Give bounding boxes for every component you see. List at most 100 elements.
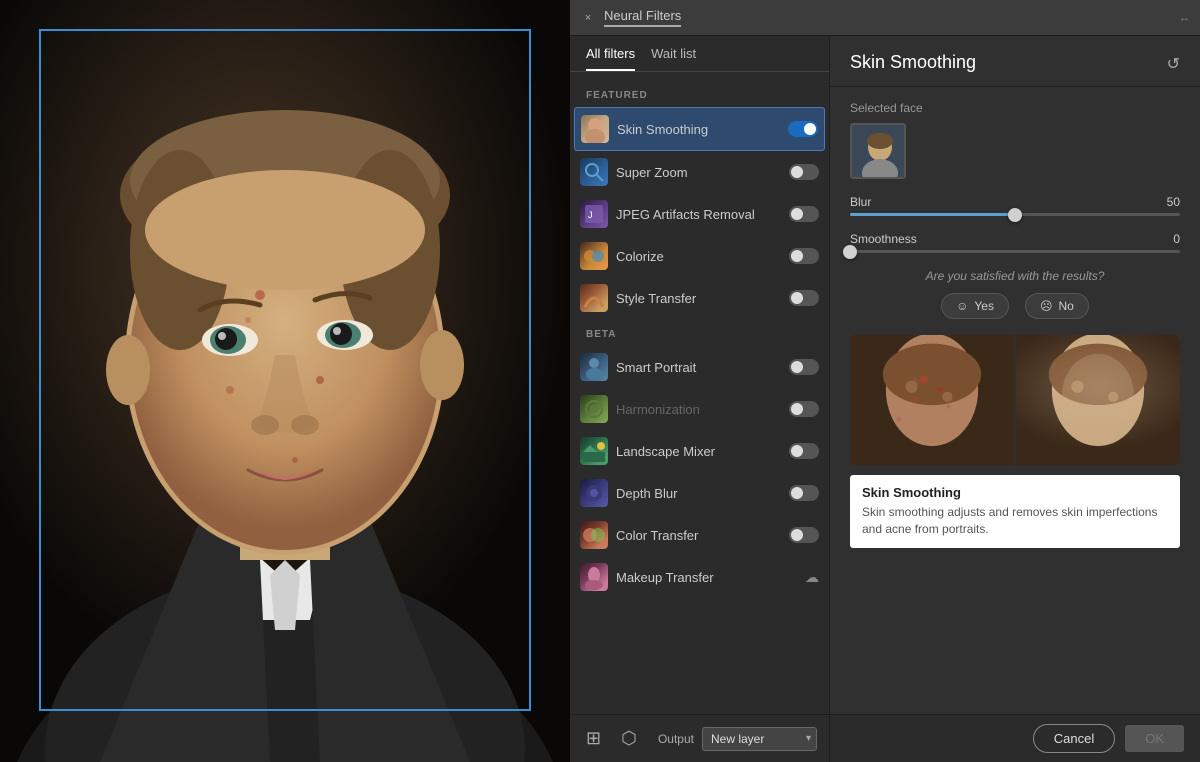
- super-zoom-icon: [580, 158, 608, 186]
- toggle-smart-portrait[interactable]: [789, 359, 819, 375]
- output-select-wrapper: Current layer New layer New document Sma…: [702, 727, 817, 751]
- panel-close-button[interactable]: ×: [580, 10, 596, 26]
- preview-before: [850, 335, 1014, 465]
- toggle-landscape-mixer[interactable]: [789, 443, 819, 459]
- detail-title: Skin Smoothing: [850, 52, 976, 73]
- face-thumb-inner: [852, 125, 904, 177]
- tab-wait-list[interactable]: Wait list: [651, 46, 696, 71]
- filter-item-color-transfer[interactable]: Color Transfer: [570, 514, 829, 556]
- filter-item-landscape-mixer[interactable]: Landscape Mixer: [570, 430, 829, 472]
- filter-item-skin-smoothing[interactable]: Skin Smoothing: [574, 107, 825, 151]
- filter-label-style-transfer: Style Transfer: [616, 291, 781, 306]
- tab-all-filters[interactable]: All filters: [586, 46, 635, 71]
- toggle-jpeg-artifacts[interactable]: [789, 206, 819, 222]
- photo-canvas: [0, 0, 570, 762]
- filter-item-jpeg-artifacts[interactable]: J JPEG Artifacts Removal: [570, 193, 829, 235]
- output-select[interactable]: Current layer New layer New document Sma…: [702, 727, 817, 751]
- satisfaction-buttons: ☺ Yes ☹ No: [941, 293, 1089, 319]
- tooltip-popup: Skin Smoothing Skin smoothing adjusts an…: [850, 475, 1180, 548]
- filter-label-depth-blur: Depth Blur: [616, 486, 781, 501]
- harmonization-icon: [580, 395, 608, 423]
- satisfaction-yes-button[interactable]: ☺ Yes: [941, 293, 1009, 319]
- no-label: No: [1059, 299, 1074, 313]
- frown-icon: ☹: [1040, 299, 1053, 313]
- smoothness-slider-row: Smoothness 0: [850, 232, 1180, 246]
- cancel-button[interactable]: Cancel: [1033, 724, 1115, 753]
- filter-item-makeup-transfer[interactable]: Makeup Transfer ☁: [570, 556, 829, 598]
- output-label: Output: [658, 732, 694, 746]
- filter-label-landscape-mixer: Landscape Mixer: [616, 444, 781, 459]
- yes-label: Yes: [974, 299, 994, 313]
- preview-after: [1016, 335, 1180, 465]
- action-bar: Cancel OK: [830, 714, 1200, 762]
- smart-portrait-icon: [580, 353, 608, 381]
- filter-item-depth-blur[interactable]: Depth Blur: [570, 472, 829, 514]
- filter-label-color-transfer: Color Transfer: [616, 528, 781, 543]
- colorize-icon: [580, 242, 608, 270]
- detail-reset-button[interactable]: ↺: [1167, 54, 1180, 74]
- smile-icon: ☺: [956, 299, 968, 313]
- blur-value: 50: [1167, 195, 1180, 209]
- toggle-skin-smoothing[interactable]: [788, 121, 818, 137]
- tooltip-description: Skin smoothing adjusts and removes skin …: [862, 504, 1168, 538]
- face-thumbnail[interactable]: [850, 123, 906, 179]
- detail-pane: Skin Smoothing ↺ Selected face: [830, 36, 1200, 762]
- filter-label-colorize: Colorize: [616, 249, 781, 264]
- filter-item-colorize[interactable]: Colorize: [570, 235, 829, 277]
- satisfaction-row: Are you satisfied with the results? ☺ Ye…: [850, 269, 1180, 319]
- smoothness-slider-thumb: [843, 245, 857, 259]
- cloud-icon: ☁: [805, 569, 819, 586]
- section-beta: BETA: [570, 319, 829, 346]
- smoothness-value: 0: [1173, 232, 1180, 246]
- filters-bottom-bar: ⊞ ⬡ Output Current layer New layer New d…: [570, 714, 829, 762]
- detail-body: Selected face Blur 5: [830, 87, 1200, 714]
- tooltip-title: Skin Smoothing: [862, 485, 1168, 500]
- filter-label-harmonization: Harmonization: [616, 402, 781, 417]
- makeup-transfer-icon: [580, 563, 608, 591]
- toggle-super-zoom[interactable]: [789, 164, 819, 180]
- blur-slider-fill: [850, 213, 1015, 216]
- smoothness-label: Smoothness: [850, 232, 917, 246]
- filter-label-makeup-transfer: Makeup Transfer: [616, 570, 797, 585]
- panel-titlebar: × Neural Filters ↔: [570, 0, 1200, 36]
- depth-blur-icon: [580, 479, 608, 507]
- before-after-preview: [850, 335, 1180, 465]
- section-featured: FEATURED: [570, 80, 829, 107]
- smoothness-slider-track[interactable]: [850, 250, 1180, 253]
- filter-item-smart-portrait[interactable]: Smart Portrait: [570, 346, 829, 388]
- filters-list: FEATURED Skin Smoothing Super Zoom: [570, 72, 829, 714]
- filter-label-smart-portrait: Smart Portrait: [616, 360, 781, 375]
- filter-label-super-zoom: Super Zoom: [616, 165, 781, 180]
- style-transfer-icon: [580, 284, 608, 312]
- smart-object-icon-button[interactable]: ⬡: [617, 724, 641, 753]
- satisfaction-no-button[interactable]: ☹ No: [1025, 293, 1089, 319]
- person-photo: [0, 0, 570, 762]
- filter-item-harmonization[interactable]: Harmonization: [570, 388, 829, 430]
- selected-face-label: Selected face: [850, 101, 1180, 115]
- blur-slider-row: Blur 50: [850, 195, 1180, 209]
- skin-smoothing-icon: [581, 115, 609, 143]
- panel-expand-button[interactable]: ↔: [1179, 12, 1190, 24]
- panel-title: Neural Filters: [604, 8, 681, 27]
- filter-item-style-transfer[interactable]: Style Transfer: [570, 277, 829, 319]
- toggle-harmonization[interactable]: [789, 401, 819, 417]
- filter-item-super-zoom[interactable]: Super Zoom: [570, 151, 829, 193]
- toggle-style-transfer[interactable]: [789, 290, 819, 306]
- smoothness-slider-section: Smoothness 0: [850, 232, 1180, 253]
- blur-slider-thumb: [1008, 208, 1022, 222]
- blur-slider-track[interactable]: [850, 213, 1180, 216]
- filters-tabs: All filters Wait list: [570, 36, 829, 72]
- ok-button[interactable]: OK: [1125, 725, 1184, 752]
- layers-icon-button[interactable]: ⊞: [582, 724, 605, 753]
- neural-filters-panel: × Neural Filters ↔ All filters Wait list…: [570, 0, 1200, 762]
- toggle-color-transfer[interactable]: [789, 527, 819, 543]
- satisfaction-question: Are you satisfied with the results?: [926, 269, 1105, 283]
- color-transfer-icon: [580, 521, 608, 549]
- panel-body: All filters Wait list FEATURED Skin Smoo…: [570, 36, 1200, 762]
- blur-label: Blur: [850, 195, 871, 209]
- blur-slider-section: Blur 50: [850, 195, 1180, 216]
- toggle-colorize[interactable]: [789, 248, 819, 264]
- svg-text:J: J: [588, 210, 593, 220]
- filter-label-jpeg-artifacts: JPEG Artifacts Removal: [616, 207, 781, 222]
- toggle-depth-blur[interactable]: [789, 485, 819, 501]
